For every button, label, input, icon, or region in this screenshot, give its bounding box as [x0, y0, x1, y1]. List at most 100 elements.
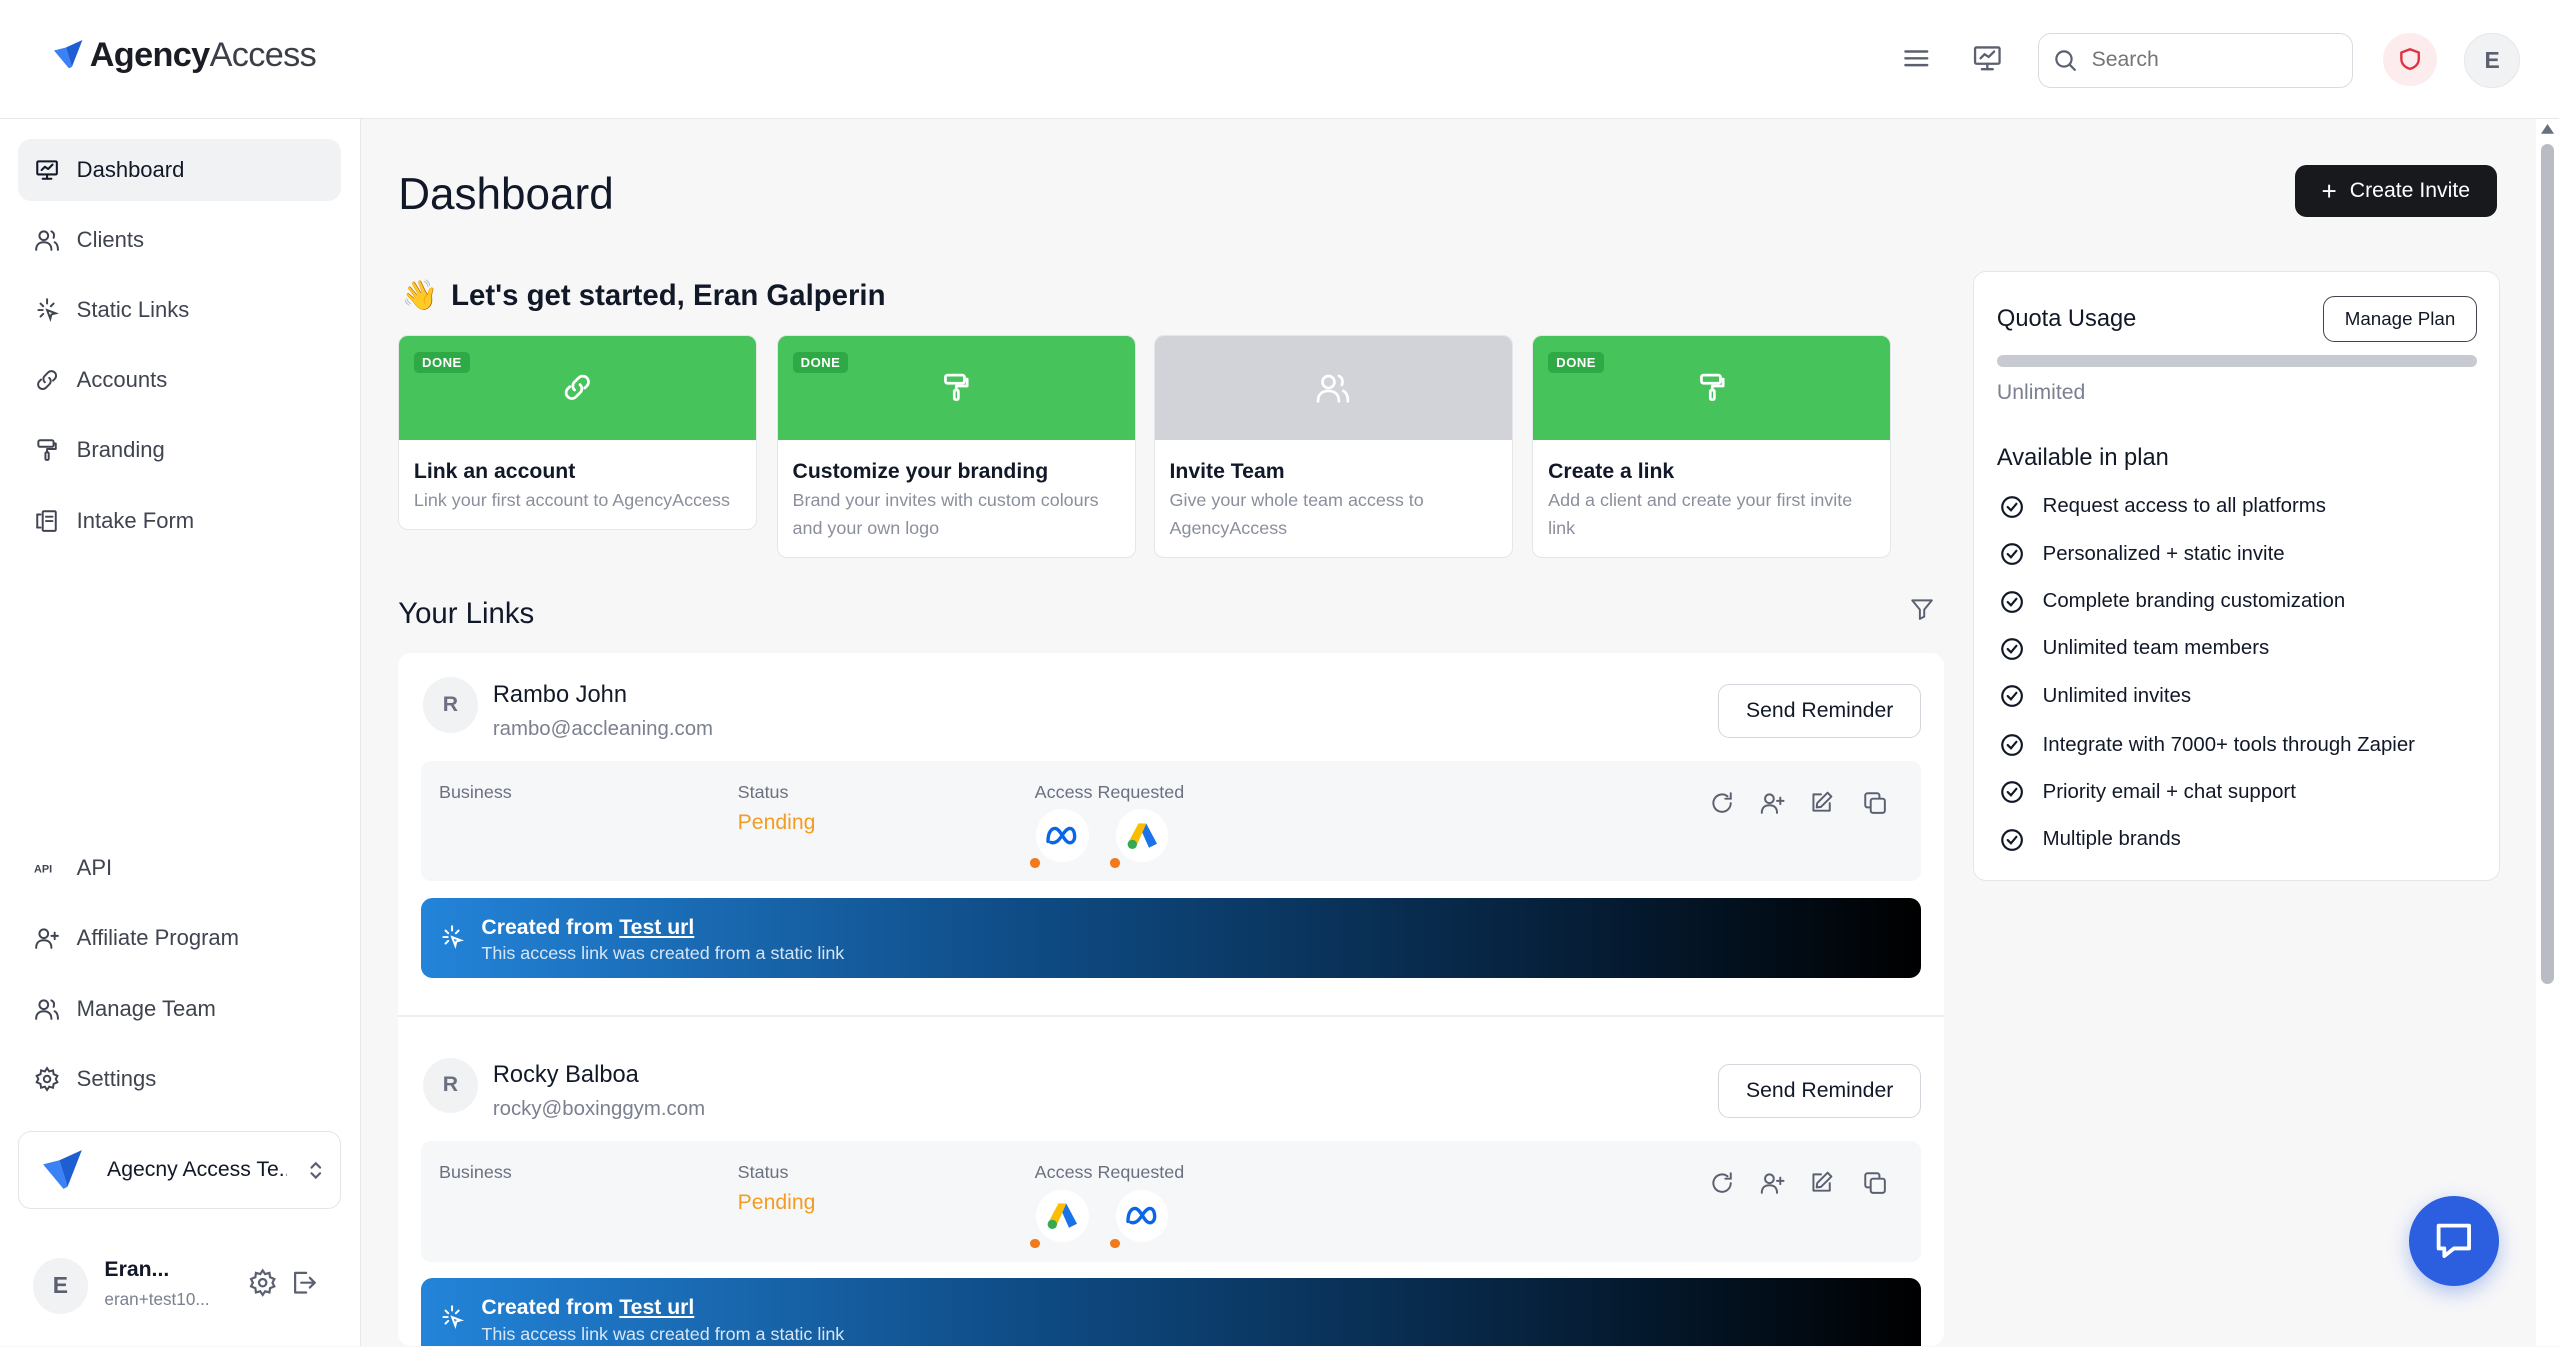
- user-name: Eran...: [104, 1258, 170, 1282]
- form-icon: [36, 509, 57, 532]
- page-title: Dashboard: [398, 169, 614, 219]
- refresh-icon[interactable]: [1709, 790, 1735, 816]
- sidebar-item-clients[interactable]: Clients: [18, 209, 341, 271]
- sidebar-item-api[interactable]: API API: [18, 837, 341, 899]
- send-reminder-button[interactable]: Send Reminder: [1718, 1064, 1921, 1118]
- avatar: R: [422, 677, 479, 733]
- search-box[interactable]: [2038, 32, 2354, 89]
- step-card-create-link[interactable]: DONE Create a link Add a client and crea…: [1532, 334, 1892, 559]
- plan-feature: Request access to all platforms: [1999, 494, 2326, 520]
- sidebar-item-accounts[interactable]: Accounts: [18, 349, 341, 411]
- sidebar-item-branding[interactable]: Branding: [18, 419, 341, 481]
- banner-title: Created from Test url: [481, 915, 695, 939]
- client-name: Rocky Balboa: [492, 1062, 639, 1089]
- links-list: R Rambo John rambo@accleaning.com Send R…: [398, 652, 1944, 1347]
- copy-icon[interactable]: [1862, 790, 1888, 816]
- check-circle-icon: [2000, 590, 2023, 613]
- create-invite-button[interactable]: + Create Invite: [2294, 164, 2497, 218]
- gear-icon: [35, 1066, 59, 1092]
- step-header: DONE: [399, 335, 757, 440]
- business-label: Business: [438, 781, 512, 802]
- done-badge: DONE: [792, 351, 849, 374]
- edit-icon[interactable]: [1808, 790, 1834, 816]
- status-label: Status: [737, 1161, 789, 1182]
- scrollbar-thumb[interactable]: [2541, 143, 2555, 985]
- sidebar-item-static-links[interactable]: Static Links: [18, 279, 341, 341]
- business-label: Business: [438, 1161, 512, 1182]
- sidebar-item-manage-team[interactable]: Manage Team: [18, 978, 341, 1040]
- sidebar-item-label: Affiliate Program: [76, 925, 240, 951]
- sidebar-item-dashboard[interactable]: Dashboard: [17, 138, 342, 201]
- chevron-up-down-icon: [310, 1161, 322, 1179]
- manage-plan-button[interactable]: Manage Plan: [2323, 296, 2477, 343]
- paint-roller-icon: [1699, 374, 1725, 402]
- list-view-icon[interactable]: [1900, 42, 1933, 75]
- gear-icon[interactable]: [248, 1268, 277, 1297]
- banner-subtitle: This access link was created from a stat…: [481, 1323, 845, 1344]
- presentation-icon[interactable]: [1971, 42, 2004, 75]
- paint-roller-icon: [944, 374, 969, 402]
- step-card-invite-team[interactable]: Invite Team Give your whole team access …: [1153, 334, 1513, 559]
- static-link-link[interactable]: Test url: [619, 1296, 694, 1319]
- link-details: Business Status Pending Access Requested: [421, 760, 1921, 882]
- done-badge: DONE: [413, 351, 470, 374]
- meta-icon: [1116, 1189, 1169, 1242]
- filter-icon[interactable]: [1909, 596, 1935, 622]
- google-ads-icon: [1116, 809, 1169, 862]
- step-card-branding[interactable]: DONE Customize your branding Brand your …: [776, 334, 1136, 559]
- client-email: rocky@boxinggym.com: [492, 1098, 706, 1121]
- scroll-up-arrow-icon[interactable]: [2541, 124, 2555, 134]
- sparkle-icon: [442, 924, 465, 949]
- step-header: [1154, 335, 1512, 440]
- sidebar: Dashboard Clients Static Links Accounts …: [0, 119, 361, 1347]
- static-link-link[interactable]: Test url: [619, 916, 694, 939]
- static-link-banner: Created from Test url This access link w…: [421, 897, 1921, 978]
- edit-icon[interactable]: [1808, 1170, 1834, 1196]
- step-desc: Add a client and create your first invit…: [1548, 489, 1853, 538]
- copy-icon[interactable]: [1862, 1170, 1888, 1196]
- sidebar-item-label: Intake Form: [76, 507, 195, 533]
- step-desc: Brand your invites with custom colours a…: [792, 489, 1099, 538]
- user-avatar-button[interactable]: E: [2464, 32, 2520, 89]
- step-title: Link an account: [413, 459, 576, 483]
- app-root: AgencyAccess E Dashboard Clients Static …: [0, 0, 2559, 1347]
- security-button[interactable]: [2382, 32, 2437, 87]
- status-badge: Pending: [737, 811, 816, 835]
- pending-dot: [1109, 1238, 1120, 1249]
- link-item: R Rambo John rambo@accleaning.com Send R…: [398, 653, 1944, 1015]
- paint-roller-icon: [37, 439, 57, 462]
- sidebar-item-label: Dashboard: [76, 156, 185, 182]
- create-invite-label: Create Invite: [2349, 178, 2471, 202]
- search-icon: [2055, 50, 2077, 72]
- add-user-icon[interactable]: [1758, 1170, 1787, 1196]
- quota-value: Unlimited: [1996, 381, 2086, 405]
- chat-bubble-icon: [2436, 1223, 2471, 1259]
- done-badge: DONE: [1548, 351, 1605, 374]
- check-circle-icon: [2000, 496, 2023, 518]
- user-plus-icon: [35, 928, 60, 950]
- send-reminder-button[interactable]: Send Reminder: [1718, 683, 1921, 738]
- add-user-icon[interactable]: [1758, 790, 1787, 816]
- brand-switcher[interactable]: Agecny Access Te...: [17, 1130, 342, 1210]
- sidebar-item-label: Accounts: [76, 367, 168, 393]
- sidebar-item-affiliate-program[interactable]: Affiliate Program: [18, 907, 341, 969]
- divider: [398, 1015, 1944, 1017]
- sidebar-item-settings[interactable]: Settings: [18, 1048, 341, 1110]
- logout-icon[interactable]: [289, 1268, 318, 1297]
- refresh-icon[interactable]: [1709, 1170, 1735, 1196]
- avatar: R: [422, 1057, 479, 1113]
- scrollbar[interactable]: [2536, 119, 2559, 1347]
- brand-logo[interactable]: AgencyAccess: [51, 36, 317, 75]
- chat-support-button[interactable]: [2408, 1196, 2499, 1286]
- link-details: Business Status Pending Access Requested: [421, 1140, 1921, 1262]
- avatar[interactable]: E: [32, 1258, 89, 1314]
- sidebar-item-label: Manage Team: [76, 995, 216, 1021]
- quota-title: Quota Usage: [1996, 306, 2137, 333]
- users-icon: [1317, 374, 1350, 403]
- step-card-link-account[interactable]: DONE Link an account Link your first acc…: [398, 334, 758, 531]
- sidebar-item-label: Branding: [76, 437, 165, 463]
- check-circle-icon: [2000, 638, 2023, 660]
- monitor-icon: [36, 159, 59, 180]
- search-input[interactable]: [2091, 48, 2337, 73]
- sidebar-item-intake-form[interactable]: Intake Form: [18, 490, 341, 552]
